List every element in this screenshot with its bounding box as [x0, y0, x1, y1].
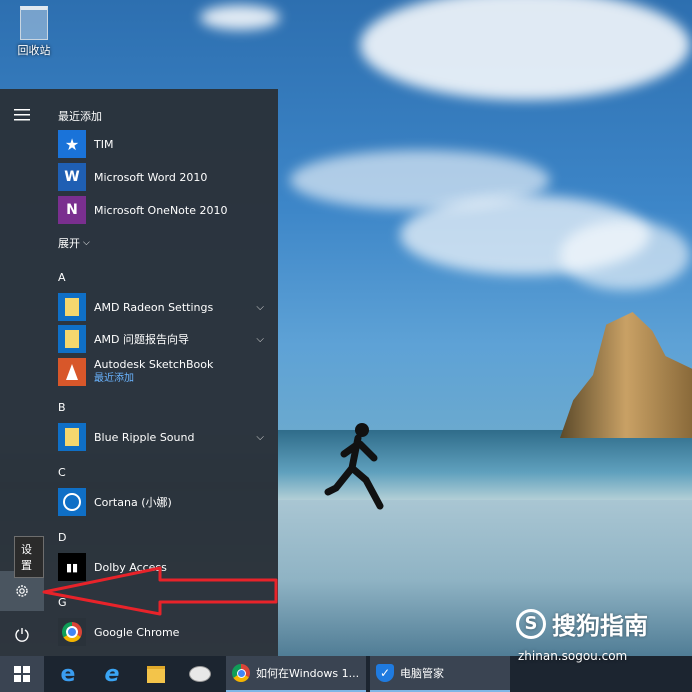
app-label: Cortana (小娜) [94, 496, 172, 509]
app-list: 最近添加 ★ TIM W Microsoft Word 2010 N Micro… [44, 89, 278, 656]
start-menu: 设置 最近添加 ★ TIM W Microsoft Word 2010 N Mi… [0, 89, 278, 656]
pcmgr-window-button[interactable]: ✓ 电脑管家 [370, 656, 510, 692]
window-title: 电脑管家 [400, 667, 444, 680]
chrome-icon [58, 618, 86, 646]
start-rail: 设置 [0, 89, 44, 656]
sogou-watermark: S 搜狗指南 [516, 606, 648, 641]
app-sketchbook[interactable]: Autodesk SketchBook 最近添加 [58, 356, 213, 388]
app-amd-settings[interactable]: AMD Radeon Settings ⌵ [58, 292, 264, 322]
chevron-down-icon: ⌵ [83, 238, 90, 248]
cortana-icon [58, 488, 86, 516]
app-label: Dolby Access [94, 560, 167, 574]
app-word[interactable]: W Microsoft Word 2010 [58, 162, 207, 192]
windows-logo-icon [14, 666, 30, 682]
dolby-icon: ▮▮ [58, 553, 86, 581]
app-chrome[interactable]: Google Chrome [58, 617, 179, 647]
runner-silhouette [324, 423, 384, 510]
edge-icon: e [60, 661, 76, 687]
group-letter-a[interactable]: A [58, 271, 66, 284]
app-label: AMD 问题报告向导 [94, 333, 189, 346]
app-label: TIM [94, 137, 114, 151]
app-cortana[interactable]: Cortana (小娜) [58, 487, 172, 517]
paint-taskbar-button[interactable] [180, 656, 220, 692]
window-title: 如何在Windows 1... [256, 667, 360, 680]
app-label: Microsoft Word 2010 [94, 170, 208, 184]
app-amd-report[interactable]: AMD 问题报告向导 ⌵ [58, 324, 264, 354]
hamburger-icon [14, 109, 30, 121]
expand-label: 展开 [58, 237, 80, 250]
chrome-icon [232, 664, 250, 682]
sketchbook-icon [58, 358, 86, 386]
gear-icon [16, 585, 28, 597]
power-button[interactable] [0, 614, 44, 654]
app-label: Google Chrome [94, 625, 180, 639]
onenote-icon: N [58, 196, 86, 224]
folder-icon [58, 423, 86, 451]
watermark-brand: 搜狗指南 [552, 612, 648, 640]
chevron-down-icon[interactable]: ⌵ [256, 302, 264, 313]
folder-icon [58, 293, 86, 321]
recycle-bin-label: 回收站 [17, 44, 51, 57]
recycle-bin-icon [20, 6, 48, 40]
chrome-window-button[interactable]: 如何在Windows 1... [226, 656, 366, 692]
internet-explorer-icon: e [104, 661, 120, 687]
group-letter-g[interactable]: G [58, 596, 67, 609]
group-letter-b[interactable]: B [58, 401, 66, 414]
ie-taskbar-button[interactable]: e [92, 656, 132, 692]
recycle-bin[interactable]: 回收站 [10, 6, 58, 58]
sogou-logo-icon: S [516, 608, 546, 639]
word-icon: W [58, 163, 86, 191]
group-letter-d[interactable]: D [58, 531, 66, 544]
power-icon [15, 628, 29, 642]
group-letter-c[interactable]: C [58, 466, 66, 479]
shield-icon: ✓ [376, 664, 394, 682]
recently-added-tag: 最近添加 [94, 373, 134, 384]
chevron-down-icon[interactable]: ⌵ [256, 334, 264, 345]
edge-taskbar-button[interactable]: e [48, 656, 88, 692]
recent-header: 最近添加 [58, 110, 102, 123]
star-icon: ★ [58, 130, 86, 158]
palette-icon [189, 666, 211, 682]
hamburger-menu-button[interactable] [0, 95, 44, 135]
folder-icon [147, 665, 165, 683]
chevron-down-icon[interactable]: ⌵ [256, 432, 264, 443]
start-button[interactable] [0, 656, 44, 692]
app-label: AMD Radeon Settings [94, 300, 214, 314]
app-label: Autodesk SketchBook [94, 358, 214, 371]
app-tim[interactable]: ★ TIM [58, 129, 113, 159]
app-label: Microsoft OneNote 2010 [94, 203, 228, 217]
app-onenote[interactable]: N Microsoft OneNote 2010 [58, 195, 227, 225]
app-blue-ripple[interactable]: Blue Ripple Sound ⌵ [58, 422, 264, 452]
folder-icon [58, 325, 86, 353]
watermark-url: zhinan.sogou.com [518, 649, 628, 663]
explorer-taskbar-button[interactable] [136, 656, 176, 692]
app-dolby[interactable]: ▮▮ Dolby Access [58, 552, 167, 582]
settings-tooltip: 设置 [14, 536, 44, 578]
app-label: Blue Ripple Sound [94, 430, 195, 444]
expand-link[interactable]: 展开 ⌵ [58, 235, 90, 251]
